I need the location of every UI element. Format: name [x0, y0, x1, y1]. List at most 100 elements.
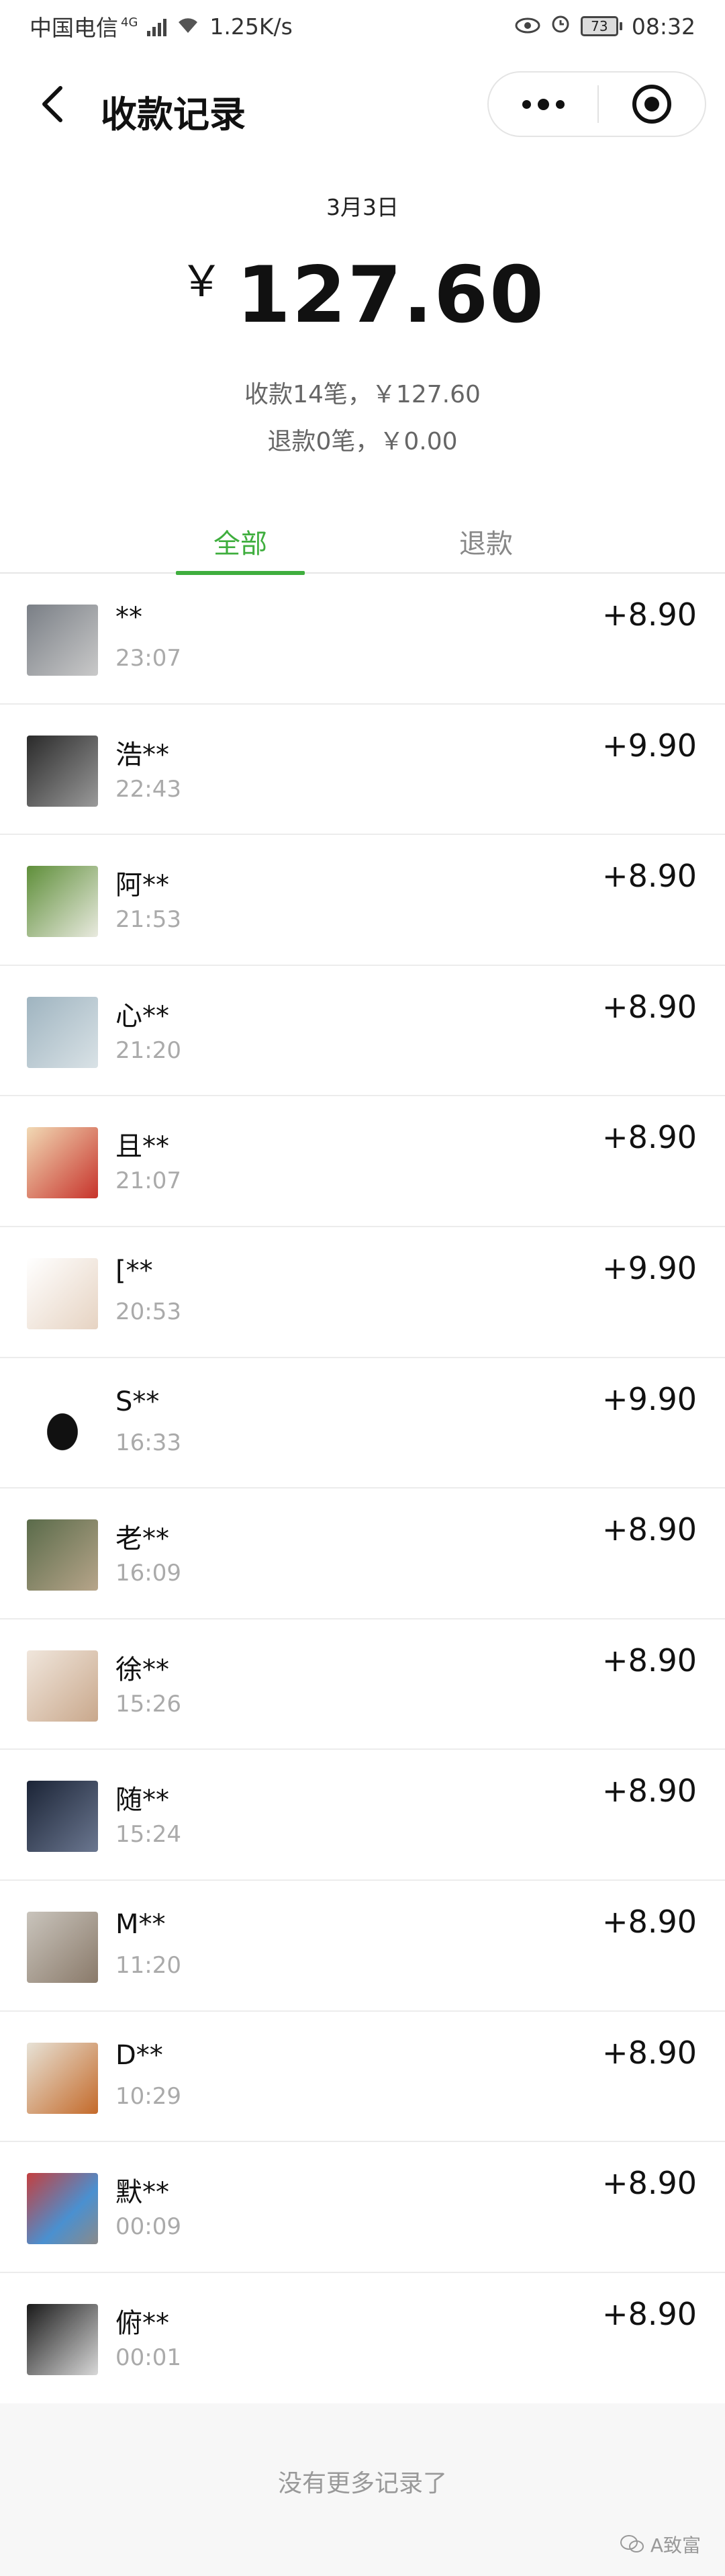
- payment-amount: +8.90: [602, 988, 697, 1025]
- refund-summary: 退款0笔，￥0.00: [267, 428, 458, 455]
- total-amount: ￥ 127.60: [0, 247, 725, 341]
- avatar: [27, 2173, 98, 2245]
- payment-amount: +9.90: [602, 1380, 697, 1417]
- tab-refund[interactable]: 退款: [419, 523, 553, 574]
- record-row[interactable]: D** 10:29 +8.90: [0, 2012, 725, 2143]
- battery-level: 73: [580, 16, 618, 36]
- avatar: [27, 1650, 98, 1722]
- wechat-icon: [620, 2535, 644, 2552]
- payer-name: **: [115, 602, 142, 633]
- total-amount-value: 127.60: [236, 250, 545, 341]
- avatar: [27, 605, 98, 676]
- payer-name: 老**: [115, 1523, 169, 1555]
- payment-amount: +8.90: [602, 1119, 697, 1156]
- record-row[interactable]: 心** 21:20 +8.90: [0, 966, 725, 1097]
- payment-amount: +8.90: [602, 1642, 697, 1679]
- mini-program-capsule: [487, 71, 706, 137]
- record-date: 3月3日: [326, 194, 399, 220]
- payment-amount: +8.90: [602, 858, 697, 895]
- record-row[interactable]: 老** 16:09 +8.90: [0, 1489, 725, 1619]
- status-bar: 中国电信 4G 1.25K/s 73 08:32: [0, 0, 725, 52]
- payment-amount: +8.90: [602, 1511, 697, 1548]
- record-row[interactable]: [** 20:53 +9.90: [0, 1227, 725, 1358]
- record-row[interactable]: 俯** 00:01 +8.90: [0, 2273, 725, 2404]
- payment-time: 15:24: [115, 1821, 181, 1849]
- list-footer: 没有更多记录了 A致富: [0, 2403, 725, 2576]
- chevron-left-icon: [42, 86, 62, 122]
- payment-amount: +8.90: [602, 2295, 697, 2332]
- watermark-text: A致富: [650, 2534, 701, 2557]
- record-row[interactable]: S** 16:33 +9.90: [0, 1358, 725, 1489]
- payment-amount: +8.90: [602, 2034, 697, 2071]
- avatar: [27, 1519, 98, 1591]
- record-row[interactable]: 且** 21:07 +8.90: [0, 1096, 725, 1227]
- payment-time: 11:20: [115, 1951, 181, 1979]
- payment-time: 16:09: [115, 1560, 181, 1587]
- payment-time: 16:33: [115, 1429, 181, 1456]
- payer-name: S**: [115, 1386, 160, 1417]
- payment-time: 22:43: [115, 775, 181, 803]
- payment-time: 00:09: [115, 2213, 181, 2241]
- payment-time: 23:07: [115, 645, 181, 672]
- payer-name: 浩**: [115, 739, 169, 770]
- wifi-icon: [176, 13, 200, 40]
- payer-name: 阿**: [115, 870, 169, 901]
- record-row[interactable]: 随** 15:24 +8.90: [0, 1750, 725, 1881]
- payer-name: 心**: [115, 1000, 169, 1032]
- payment-time: 21:20: [115, 1036, 181, 1064]
- battery-icon: 73: [580, 16, 622, 36]
- alarm-icon: [550, 13, 571, 40]
- avatar: [27, 866, 98, 938]
- avatar: [27, 1781, 98, 1853]
- avatar: [27, 735, 98, 807]
- avatar: [27, 1388, 98, 1460]
- payment-amount: +9.90: [602, 1249, 697, 1286]
- tab-all[interactable]: 全部: [173, 523, 307, 575]
- payment-time: 15:26: [115, 1690, 181, 1718]
- payer-name: D**: [115, 2039, 163, 2071]
- page-title: 收款记录: [101, 93, 246, 136]
- record-row[interactable]: 浩** 22:43 +9.90: [0, 705, 725, 836]
- payment-amount: +8.90: [602, 1773, 697, 1810]
- avatar: [27, 1911, 98, 1983]
- payer-name: 徐**: [115, 1654, 169, 1685]
- avatar: [27, 996, 98, 1068]
- signal-icon: [147, 16, 167, 36]
- payment-amount: +9.90: [602, 727, 697, 764]
- currency-symbol: ￥: [180, 257, 224, 307]
- payment-amount: +8.90: [602, 596, 697, 633]
- clock: 08:32: [631, 13, 695, 40]
- payer-name: 默**: [115, 2177, 169, 2209]
- payment-amount: +8.90: [602, 2165, 697, 2202]
- watermark: A致富: [620, 2531, 701, 2558]
- network-speed: 1.25K/s: [209, 13, 293, 40]
- back-button[interactable]: [32, 82, 72, 126]
- payer-name: 且**: [115, 1131, 169, 1163]
- more-dots-icon: [522, 99, 531, 109]
- nav-header: 收款记录: [0, 67, 725, 141]
- payer-name: 俯**: [115, 2307, 169, 2339]
- records-list: ** 23:07 +8.90 浩** 22:43 +9.90 阿** 21:53 +8.90 心*…: [0, 574, 725, 2403]
- more-button[interactable]: [489, 73, 597, 136]
- payment-time: 00:01: [115, 2344, 181, 2371]
- target-icon: [632, 85, 671, 124]
- avatar: [27, 2042, 98, 2114]
- payer-name: 随**: [115, 1785, 169, 1816]
- eye-icon: [515, 13, 540, 40]
- close-mini-program-button[interactable]: [599, 83, 705, 126]
- payment-time: 21:07: [115, 1167, 181, 1195]
- payment-time: 20:53: [115, 1298, 181, 1325]
- record-row[interactable]: M** 11:20 +8.90: [0, 1881, 725, 2012]
- payment-amount: +8.90: [602, 1903, 697, 1940]
- payment-time: 10:29: [115, 2082, 181, 2110]
- avatar: [27, 1127, 98, 1199]
- tab-bar: 全部 退款: [0, 523, 725, 575]
- avatar: [27, 1257, 98, 1329]
- carrier-label: 中国电信: [30, 15, 118, 41]
- record-row[interactable]: 徐** 15:26 +8.90: [0, 1619, 725, 1750]
- record-row[interactable]: 阿** 21:53 +8.90: [0, 835, 725, 966]
- record-row[interactable]: 默** 00:09 +8.90: [0, 2142, 725, 2273]
- network-type-label: 4G: [121, 15, 138, 30]
- payer-name: [**: [115, 1255, 153, 1286]
- record-row[interactable]: ** 23:07 +8.90: [0, 574, 725, 705]
